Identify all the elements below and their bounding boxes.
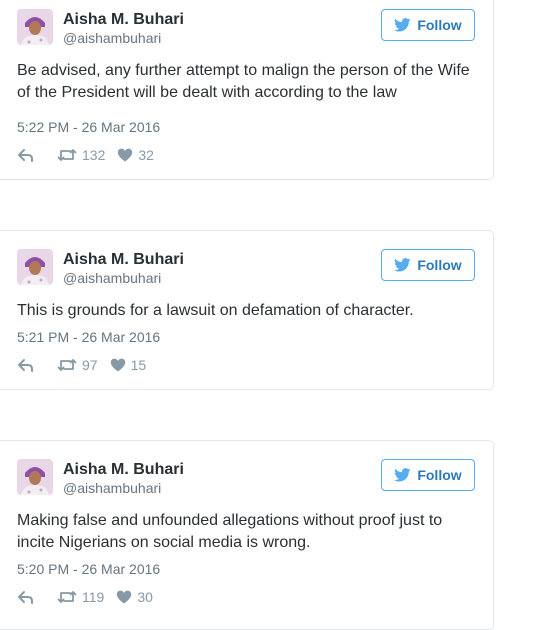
tweet-card: Aisha M. Buhari @aishambuhari Follow Be …	[0, 0, 494, 180]
follow-button[interactable]: Follow	[381, 9, 475, 41]
reply-icon	[18, 359, 33, 372]
like-button[interactable]: 32	[117, 147, 154, 163]
reply-button[interactable]	[17, 148, 35, 162]
retweet-icon	[57, 149, 77, 161]
twitter-bird-icon	[394, 18, 411, 32]
follow-label: Follow	[417, 467, 462, 483]
retweet-button[interactable]: 119	[57, 589, 104, 605]
like-button[interactable]: 15	[110, 357, 147, 373]
reply-button[interactable]	[17, 590, 35, 604]
tweet-text: This is grounds for a lawsuit on defamat…	[17, 302, 414, 319]
author-handle[interactable]: @aishambuhari	[63, 480, 161, 496]
follow-label: Follow	[417, 17, 462, 33]
author-name[interactable]: Aisha M. Buhari	[63, 11, 184, 29]
avatar[interactable]	[17, 249, 53, 285]
tweet-actions: 119 30	[17, 587, 153, 607]
tweet-text: Making false and unfounded allegations w…	[17, 512, 443, 551]
tweet-timestamp[interactable]: 5:22 PM - 26 Mar 2016	[17, 119, 160, 135]
heart-icon	[110, 358, 125, 372]
author-name[interactable]: Aisha M. Buhari	[63, 251, 184, 269]
avatar[interactable]	[17, 9, 53, 45]
like-count: 32	[138, 147, 154, 163]
reply-button[interactable]	[17, 358, 35, 372]
tweet-actions: 97 15	[17, 355, 146, 375]
like-count: 15	[130, 357, 147, 373]
avatar[interactable]	[17, 459, 53, 495]
retweet-button[interactable]: 97	[57, 357, 98, 373]
reply-icon	[18, 591, 33, 604]
retweet-icon	[57, 359, 77, 371]
retweet-icon	[57, 591, 77, 603]
follow-button[interactable]: Follow	[381, 459, 475, 491]
author-handle[interactable]: @aishambuhari	[63, 30, 161, 46]
retweet-count: 119	[82, 589, 105, 605]
heart-icon	[117, 590, 132, 604]
twitter-bird-icon	[394, 258, 411, 272]
like-count: 30	[137, 589, 153, 605]
twitter-bird-icon	[394, 468, 411, 482]
heart-icon	[118, 148, 133, 162]
like-button[interactable]: 30	[116, 589, 153, 605]
follow-button[interactable]: Follow	[381, 249, 475, 281]
tweet-card: Aisha M. Buhari @aishambuhari Follow Thi…	[0, 230, 494, 390]
tweet-actions: 132 32	[17, 145, 154, 165]
follow-label: Follow	[417, 257, 462, 273]
tweet-timestamp[interactable]: 5:20 PM - 26 Mar 2016	[17, 561, 160, 577]
retweet-count: 132	[82, 147, 106, 163]
reply-icon	[18, 149, 33, 162]
author-name[interactable]: Aisha M. Buhari	[63, 461, 184, 479]
author-handle[interactable]: @aishambuhari	[63, 270, 161, 286]
retweet-button[interactable]: 132	[57, 147, 105, 163]
tweet-card: Aisha M. Buhari @aishambuhari Follow Mak…	[0, 440, 494, 630]
tweet-text: Be advised, any further attempt to malig…	[17, 62, 470, 101]
tweet-timestamp[interactable]: 5:21 PM - 26 Mar 2016	[17, 329, 160, 345]
retweet-count: 97	[82, 357, 98, 373]
